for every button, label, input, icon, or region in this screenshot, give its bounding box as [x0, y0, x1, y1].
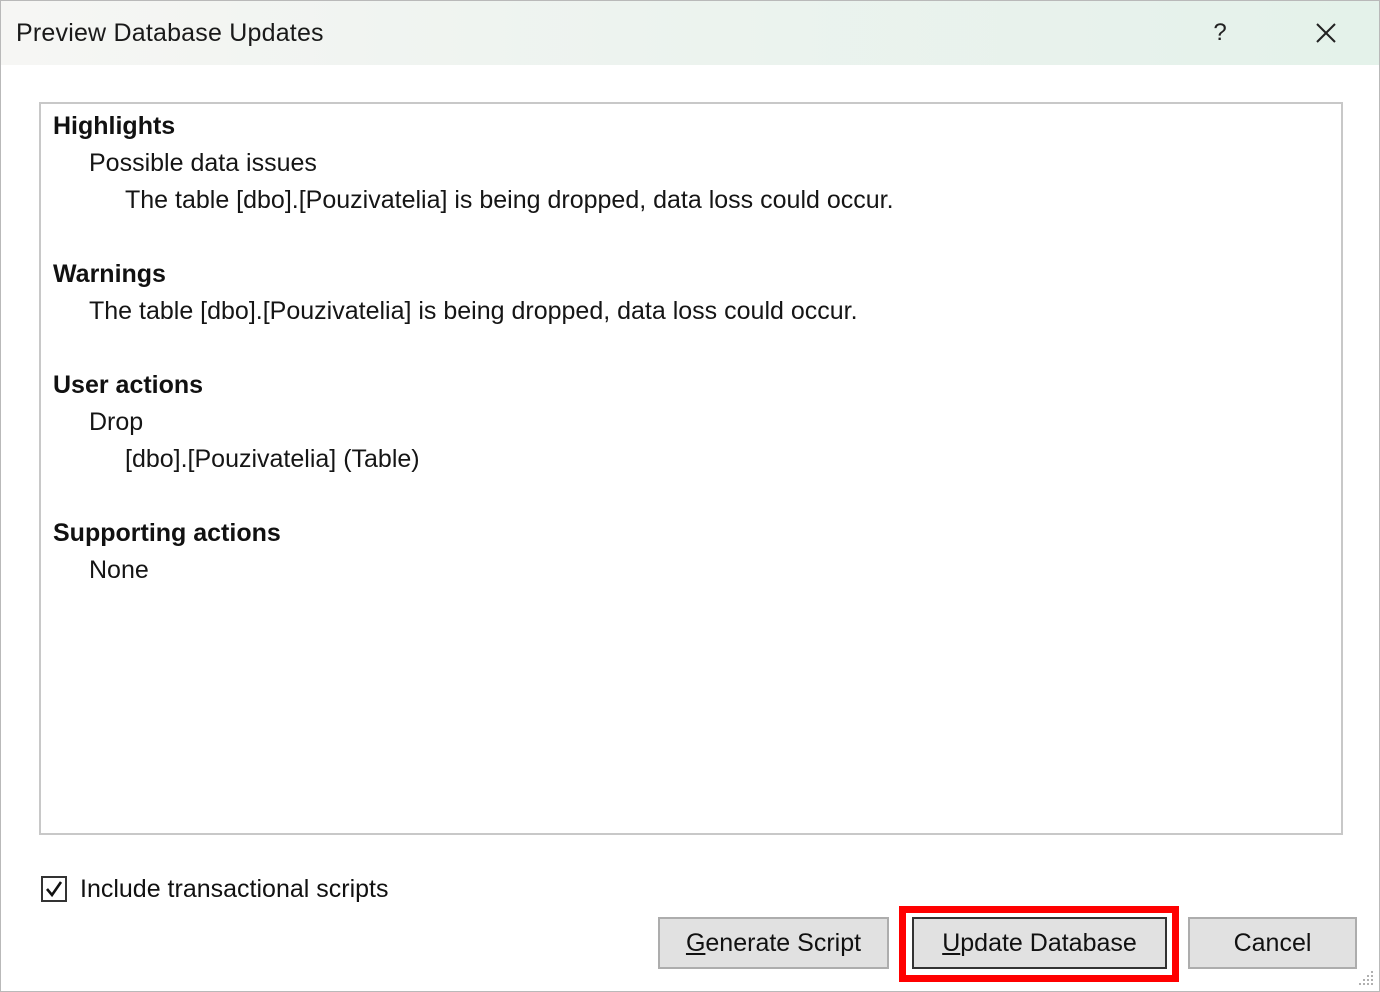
- checkmark-icon: [46, 881, 63, 898]
- include-transactional-scripts-label: Include transactional scripts: [80, 874, 389, 903]
- include-transactional-scripts-checkbox[interactable]: [41, 876, 67, 902]
- dialog-title: Preview Database Updates: [16, 19, 324, 47]
- close-button[interactable]: [1280, 1, 1372, 65]
- section-detail: The table [dbo].[Pouzivatelia] is being …: [89, 297, 858, 325]
- mnemonic-letter: G: [685, 928, 706, 957]
- section-detail: [dbo].[Pouzivatelia] (Table): [125, 445, 420, 473]
- cancel-button[interactable]: Cancel: [1188, 917, 1357, 969]
- resize-grip-icon[interactable]: [1355, 967, 1375, 987]
- section-heading: Warnings: [53, 260, 166, 288]
- update-summary-panel[interactable]: Highlights Possible data issues The tabl…: [39, 102, 1343, 835]
- help-button[interactable]: ?: [1174, 1, 1266, 65]
- section-detail: The table [dbo].[Pouzivatelia] is being …: [125, 186, 894, 214]
- section-heading: Supporting actions: [53, 519, 281, 547]
- generate-script-button[interactable]: Generate Script: [658, 917, 889, 969]
- button-label: enerate Script: [705, 928, 862, 957]
- include-transactional-scripts-option[interactable]: Include transactional scripts: [41, 873, 388, 905]
- title-bar: Preview Database Updates ?: [1, 1, 1379, 65]
- button-label: pdate Database: [960, 928, 1137, 957]
- help-icon: ?: [1213, 19, 1227, 46]
- section-heading: Highlights: [53, 112, 176, 140]
- section-detail: None: [89, 556, 149, 584]
- preview-database-updates-dialog: Preview Database Updates ? Highlights Po…: [0, 0, 1380, 992]
- section-subheading: Possible data issues: [89, 149, 317, 177]
- update-database-button[interactable]: Update Database: [912, 917, 1167, 969]
- section-subheading: Drop: [89, 408, 144, 436]
- mnemonic-letter: U: [942, 928, 961, 957]
- section-heading: User actions: [53, 371, 204, 399]
- close-icon: [1316, 23, 1336, 43]
- button-label: Cancel: [1233, 928, 1312, 957]
